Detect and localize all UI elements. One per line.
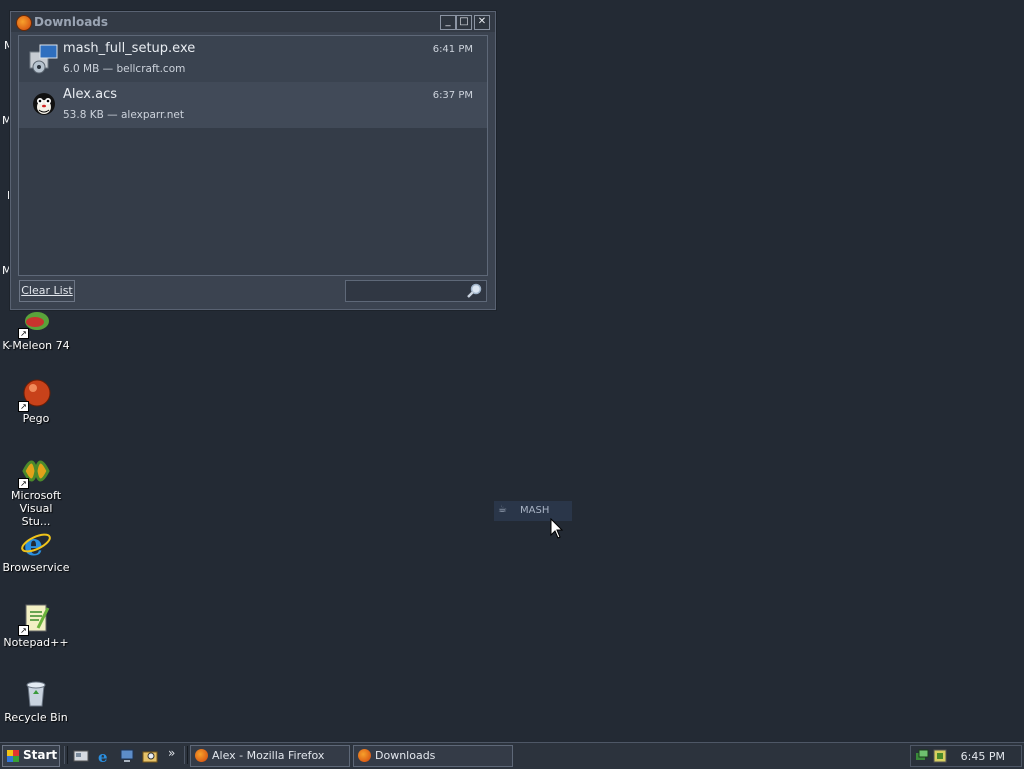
internet-explorer-icon: e	[20, 527, 52, 563]
download-filename: Alex.acs	[63, 87, 117, 102]
taskbar-button-label: Alex - Mozilla Firefox	[212, 749, 325, 762]
visual-studio-icon: ↗	[18, 455, 52, 489]
shortcut-arrow-icon: ↗	[18, 328, 29, 339]
start-button[interactable]: Start	[2, 745, 60, 767]
desktop-icon-visual-studio[interactable]: ↗ Microsoft Visual Stu...	[0, 455, 72, 528]
shortcut-arrow-icon: ↗	[18, 625, 29, 636]
desktop-icon-label: K-Meleon 74	[2, 339, 70, 352]
downloads-footer: Clear List	[18, 278, 487, 303]
download-time: 6:37 PM	[432, 90, 473, 101]
download-info: 6.0 MB — bellcraft.com	[63, 63, 186, 75]
desktop-icon-pego[interactable]: ↗ Pego	[0, 378, 72, 425]
svg-text:e: e	[98, 748, 108, 764]
network-tray-icon[interactable]	[915, 749, 929, 763]
drag-ghost-label: MASH	[520, 505, 550, 516]
desktop-icon-recycle-bin[interactable]: Recycle Bin	[0, 677, 72, 724]
network-icon[interactable]	[119, 748, 135, 764]
download-filename: mash_full_setup.exe	[63, 41, 196, 56]
recycle-bin-icon	[20, 677, 52, 709]
downloads-window: Downloads _ □ ✕ mash_full_setup.exe 6.0 …	[10, 11, 496, 310]
windows-logo-icon	[7, 750, 19, 762]
taskbar-button-downloads[interactable]: Downloads	[353, 745, 513, 767]
desktop-icon-label: Pego	[22, 412, 50, 425]
search-icon[interactable]	[467, 283, 483, 299]
quick-launch-chevron[interactable]: »	[168, 746, 175, 760]
mouse-cursor-icon	[550, 518, 564, 539]
svg-text:e: e	[24, 528, 43, 559]
download-info: 53.8 KB — alexparr.net	[63, 109, 184, 121]
window-titlebar[interactable]: Downloads _ □ ✕	[11, 12, 495, 32]
firefox-icon	[16, 15, 32, 31]
taskbar-button-label: Downloads	[375, 749, 436, 762]
taskbar-button-firefox[interactable]: Alex - Mozilla Firefox	[190, 745, 350, 767]
clear-list-button[interactable]: Clear List	[19, 280, 75, 302]
installer-icon	[28, 43, 60, 75]
downloads-list: mash_full_setup.exe 6.0 MB — bellcraft.c…	[18, 35, 488, 276]
window-title: Downloads	[34, 15, 109, 29]
taskbar: Start e » Alex - Mozilla Firefox Downloa…	[0, 742, 1024, 769]
firefox-icon	[195, 749, 208, 762]
show-desktop-icon[interactable]	[73, 748, 89, 764]
shortcut-arrow-icon: ↗	[18, 478, 29, 489]
desktop-icon-notepad-plus-plus[interactable]: ↗ Notepad++	[0, 602, 72, 649]
desktop-icon-browservice[interactable]: e Browservice	[0, 527, 72, 574]
download-time: 6:41 PM	[432, 44, 473, 55]
system-tray: 6:45 PM	[910, 745, 1022, 767]
internet-explorer-icon[interactable]: e	[96, 748, 112, 764]
tray-app-icon[interactable]	[933, 749, 947, 763]
firefox-icon	[358, 749, 371, 762]
search-folder-icon[interactable]	[142, 748, 158, 764]
mash-icon: ☕	[498, 504, 507, 515]
agent-character-icon	[28, 89, 60, 121]
notepad-plus-plus-icon: ↗	[18, 602, 52, 636]
desktop-icon-label: Notepad++	[3, 636, 69, 649]
desktop-icon-label: Microsoft Visual Stu...	[10, 489, 62, 528]
search-box[interactable]	[345, 280, 487, 302]
download-item[interactable]: Alex.acs 53.8 KB — alexparr.net 6:37 PM	[19, 82, 487, 128]
desktop-icon-label: Recycle Bin	[4, 711, 68, 724]
quick-launch-divider	[64, 746, 68, 764]
download-item[interactable]: mash_full_setup.exe 6.0 MB — bellcraft.c…	[19, 36, 487, 82]
minimize-button[interactable]: _	[440, 15, 456, 30]
pego-icon: ↗	[18, 378, 52, 412]
maximize-button[interactable]: □	[456, 15, 472, 30]
start-label: Start	[23, 748, 58, 762]
search-input[interactable]	[348, 282, 464, 300]
taskbar-divider	[184, 746, 188, 764]
shortcut-arrow-icon: ↗	[18, 401, 29, 412]
close-button[interactable]: ✕	[474, 15, 490, 30]
desktop-icon-k-meleon[interactable]: ↗ K-Meleon 74	[0, 305, 72, 352]
desktop-icon-label: Browservice	[2, 561, 70, 574]
taskbar-clock[interactable]: 6:45 PM	[961, 750, 1005, 763]
